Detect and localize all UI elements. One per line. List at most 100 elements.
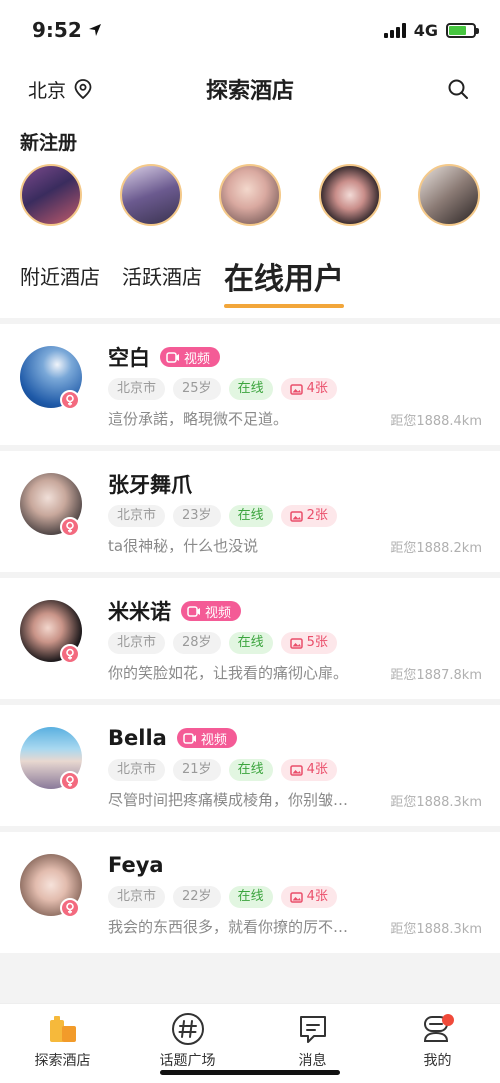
video-badge[interactable]: 视频: [181, 601, 242, 621]
online-status-tag: 在线: [228, 632, 273, 654]
user-signature: ta很神秘，什么也没说: [108, 537, 259, 555]
user-card[interactable]: Feya 北京市 22岁 在线 4张 我会的东西很多，就看你撩的厉不… 距您18…: [0, 832, 500, 953]
video-camera-icon: [187, 605, 200, 617]
photo-count-tag: 4张: [280, 378, 337, 400]
distance-label: 距您1888.3km: [390, 922, 482, 937]
online-status-tag: 在线: [228, 886, 273, 908]
new-user-avatar[interactable]: [418, 164, 480, 226]
city-tag: 北京市: [108, 759, 166, 781]
video-badge-label: 视频: [200, 732, 227, 748]
location-pin-icon: [74, 79, 92, 99]
female-icon: [60, 898, 80, 918]
video-badge-label: 视频: [205, 605, 232, 621]
user-name: Bella: [108, 726, 167, 750]
home-indicator: [160, 1070, 340, 1075]
user-card[interactable]: 米米诺 视频 北京市 28岁 在线 5张 你的笑脸如花，让我看的痛彻心扉。 距您…: [0, 578, 500, 699]
female-icon: [60, 644, 80, 664]
city-tag: 北京市: [108, 632, 166, 654]
battery-icon: [446, 22, 479, 38]
hotel-building-icon: [46, 1012, 80, 1046]
user-signature: 這份承諾，略現微不足道。: [108, 410, 289, 428]
user-card[interactable]: 空白 视频 北京市 25岁 在线 4张 這份承諾，略現微不足道。 距您1888.…: [0, 324, 500, 445]
user-name: 张牙舞爪: [108, 473, 192, 497]
new-users-row: [0, 158, 500, 248]
age-tag: 23岁: [173, 505, 221, 527]
city-tag: 北京市: [108, 505, 166, 527]
new-user-avatar[interactable]: [119, 164, 182, 226]
network-type: 4G: [413, 20, 438, 40]
photo-count-tag: 4张: [280, 759, 337, 781]
distance-label: 距您1888.2km: [390, 541, 482, 556]
age-tag: 22岁: [173, 886, 221, 908]
video-camera-icon: [166, 351, 179, 363]
profile-icon: [421, 1012, 455, 1046]
female-icon: [60, 517, 80, 537]
city-tag: 北京市: [108, 886, 166, 908]
distance-label: 距您1887.8km: [390, 668, 482, 683]
distance-label: 距您1888.4km: [390, 414, 482, 429]
new-user-avatar[interactable]: [219, 164, 281, 226]
image-icon: [289, 891, 303, 903]
new-user-avatar[interactable]: [318, 164, 381, 226]
status-indicators: 4G: [383, 20, 479, 40]
video-badge-label: 视频: [184, 351, 211, 367]
online-status-tag: 在线: [228, 378, 273, 400]
photo-count: 2张: [306, 508, 328, 523]
new-user-avatar[interactable]: [20, 164, 82, 226]
status-time: 9:52: [32, 18, 102, 42]
user-signature: 你的笑脸如花，让我看的痛彻心扉。: [108, 664, 349, 682]
user-card[interactable]: 张牙舞爪 北京市 23岁 在线 2张 ta很神秘，什么也没说 距您1888.2k…: [0, 451, 500, 572]
tabbar-label: 我的: [423, 1053, 452, 1069]
online-status-tag: 在线: [228, 759, 273, 781]
user-signature: 我会的东西很多，就看你撩的厉不…: [108, 918, 349, 936]
message-bubble-icon: [296, 1012, 330, 1046]
signal-icon: [383, 22, 406, 38]
age-tag: 28岁: [173, 632, 221, 654]
tab-active-hotels[interactable]: 活跃酒店: [122, 261, 202, 308]
online-status-tag: 在线: [228, 505, 273, 527]
image-icon: [289, 637, 303, 649]
photo-count: 5张: [306, 635, 328, 650]
photo-count: 4张: [306, 381, 328, 396]
tab-nearby-hotels[interactable]: 附近酒店: [20, 261, 100, 308]
user-name: Feya: [108, 853, 164, 877]
city-selector[interactable]: 北京: [28, 76, 92, 103]
location-arrow-icon: [88, 24, 101, 36]
search-button[interactable]: [444, 75, 472, 103]
distance-label: 距您1888.3km: [390, 795, 482, 810]
time-text: 9:52: [32, 18, 82, 42]
image-icon: [289, 383, 303, 395]
photo-count-tag: 4张: [280, 886, 337, 908]
video-badge[interactable]: 视频: [176, 728, 237, 748]
age-tag: 25岁: [173, 378, 221, 400]
tabbar-explore-hotels[interactable]: 探索酒店: [8, 1012, 118, 1083]
female-icon: [60, 390, 80, 410]
new-users-title: 新注册: [20, 132, 78, 154]
tabbar-label: 探索酒店: [34, 1053, 91, 1069]
video-camera-icon: [183, 732, 196, 744]
image-icon: [289, 764, 303, 776]
tabbar-profile[interactable]: 我的: [383, 1012, 493, 1083]
tab-online-users[interactable]: 在线用户: [224, 254, 344, 308]
search-icon: [448, 79, 468, 99]
user-list: 空白 视频 北京市 25岁 在线 4张 這份承諾，略現微不足道。 距您1888.…: [0, 318, 500, 1003]
photo-count-tag: 2张: [280, 505, 337, 527]
photo-count: 4张: [306, 762, 328, 777]
image-icon: [289, 510, 303, 522]
hashtag-icon: [171, 1012, 205, 1046]
photo-count-tag: 5张: [280, 632, 337, 654]
user-card[interactable]: Bella 视频 北京市 21岁 在线 4张 尽管时间把疼痛模成棱角，你别皱… …: [0, 705, 500, 826]
tabbar-label: 消息: [298, 1053, 327, 1069]
user-signature: 尽管时间把疼痛模成棱角，你别皱…: [108, 791, 349, 809]
header: 北京 探索酒店: [0, 60, 500, 118]
status-bar: 9:52 4G: [0, 0, 500, 60]
user-name: 空白: [108, 346, 150, 370]
age-tag: 21岁: [173, 759, 221, 781]
video-badge[interactable]: 视频: [160, 347, 221, 367]
female-icon: [60, 771, 80, 791]
category-tabs: 附近酒店 活跃酒店 在线用户: [0, 248, 500, 308]
user-name: 米米诺: [108, 600, 171, 624]
photo-count: 4张: [306, 889, 328, 904]
city-label: 北京: [28, 79, 67, 102]
tabbar-label: 话题广场: [159, 1053, 216, 1069]
